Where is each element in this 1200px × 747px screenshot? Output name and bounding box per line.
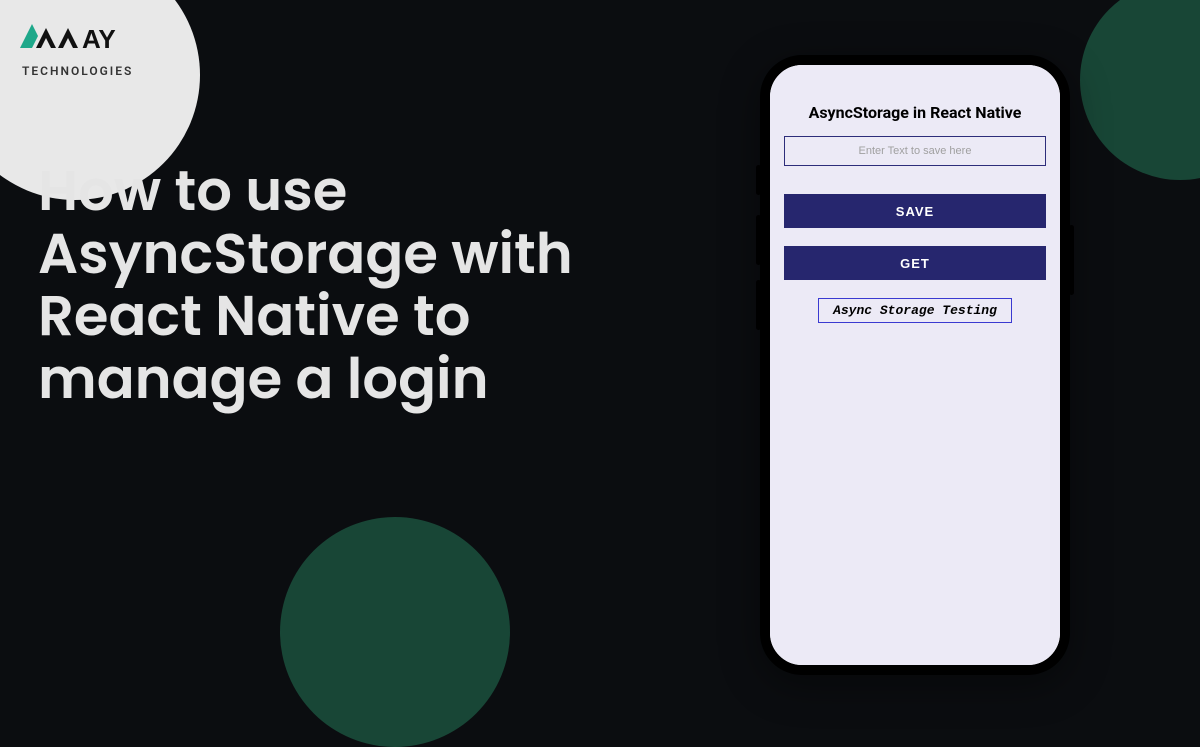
result-output: Async Storage Testing: [818, 298, 1012, 323]
decorative-circle-top-right: [1080, 0, 1200, 180]
phone-power-button: [1069, 225, 1074, 295]
page-title: How to use AsyncStorage with React Nativ…: [38, 160, 658, 411]
phone-volume-up: [756, 215, 761, 265]
phone-silence-switch: [756, 165, 761, 195]
svg-text:AY: AY: [82, 24, 116, 54]
logo-subtext: TECHNOLOGIES: [22, 64, 133, 78]
logo-icon: AY: [18, 18, 158, 62]
phone-volume-down: [756, 280, 761, 330]
brand-logo: AY TECHNOLOGIES: [18, 18, 158, 78]
phone-mockup: AsyncStorage in React Native SAVE GET As…: [760, 55, 1070, 675]
phone-screen: AsyncStorage in React Native SAVE GET As…: [770, 65, 1060, 665]
text-input[interactable]: [784, 136, 1046, 166]
save-button[interactable]: SAVE: [784, 194, 1046, 228]
decorative-circle-bottom: [280, 517, 510, 747]
app-title: AsyncStorage in React Native: [784, 103, 1046, 122]
logo-mark: AY: [18, 18, 158, 62]
get-button[interactable]: GET: [784, 246, 1046, 280]
